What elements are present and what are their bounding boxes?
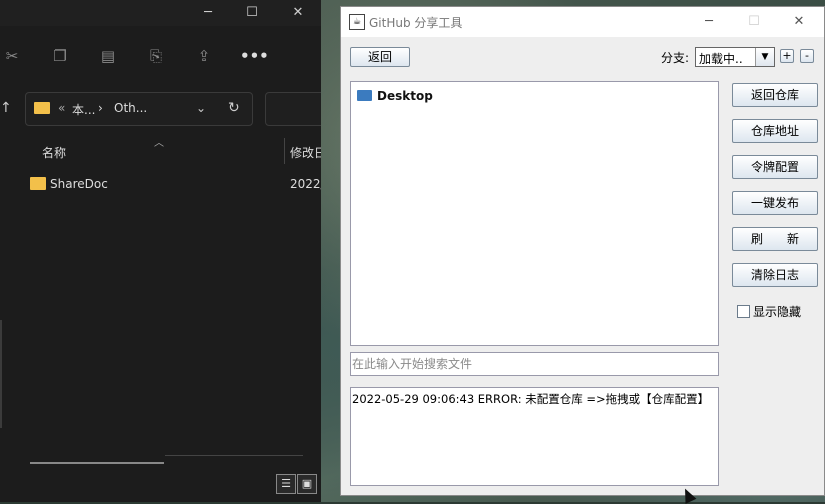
tree-node-desktop[interactable]: Desktop (377, 89, 433, 103)
address-chevron-icon[interactable]: › (98, 101, 103, 115)
window-title: GitHub 分享工具 (369, 16, 463, 30)
rename-icon[interactable]: ⎘ (146, 46, 166, 66)
maximize-icon[interactable]: ☐ (744, 12, 764, 32)
folder-icon (357, 90, 372, 101)
show-hidden-checkbox[interactable] (737, 305, 750, 318)
refresh-button[interactable]: 刷 新 (732, 227, 818, 251)
branch-value: 加载中.. (699, 52, 743, 66)
minimize-icon[interactable]: ─ (198, 3, 218, 23)
chevron-down-icon[interactable]: ⌄ (196, 101, 206, 115)
address-bar[interactable]: « 本... › Oth... ⌄ (25, 92, 253, 126)
address-segment-1[interactable]: 本... (72, 101, 95, 118)
cut-icon[interactable]: ✂ (2, 46, 22, 66)
address-overflow[interactable]: « (58, 101, 65, 115)
scroll-track (165, 455, 303, 456)
publish-button[interactable]: 一键发布 (732, 191, 818, 215)
dropdown-arrow-icon[interactable]: ▼ (755, 48, 774, 66)
close-icon[interactable]: ✕ (288, 3, 308, 23)
explorer-titlebar: ─ ☐ ✕ (0, 0, 321, 26)
more-icon[interactable]: ••• (240, 46, 269, 66)
copy-icon[interactable]: ❐ (50, 46, 70, 66)
back-button[interactable]: 返回 (350, 47, 410, 67)
paste-icon[interactable]: ▤ (98, 46, 118, 66)
folder-icon (30, 177, 46, 190)
file-row-date: 2022/ (290, 177, 321, 191)
branch-label: 分支: (661, 51, 690, 65)
remove-branch-button[interactable]: - (800, 49, 814, 63)
java-app-icon: ☕ (349, 14, 365, 30)
clear-log-button[interactable]: 清除日志 (732, 263, 818, 287)
details-view-icon[interactable]: ☰ (276, 474, 296, 494)
add-branch-button[interactable]: + (780, 49, 794, 63)
file-explorer-window: ─ ☐ ✕ ✂ ❐ ▤ ⎘ ⇪ ••• ↑ « 本... › Oth... ⌄ … (0, 0, 321, 502)
log-area[interactable]: 2022-05-29 09:06:43 ERROR: 未配置仓库 =>拖拽或【仓… (350, 387, 719, 486)
file-search-input[interactable] (350, 352, 719, 376)
branch-select[interactable]: 加载中.. ▼ (695, 47, 775, 67)
log-line: 2022-05-29 09:06:43 ERROR: 未配置仓库 =>拖拽或【仓… (352, 392, 710, 406)
file-tree[interactable]: Desktop (350, 81, 719, 346)
address-segment-2[interactable]: Oth... (114, 101, 147, 115)
explorer-search-input[interactable] (265, 92, 321, 126)
nav-pane-edge (0, 320, 2, 428)
explorer-toolbar: ✂ ❐ ▤ ⎘ ⇪ ••• (0, 38, 321, 74)
close-icon[interactable]: ✕ (789, 12, 809, 32)
column-divider[interactable] (284, 138, 285, 164)
return-repo-button[interactable]: 返回仓库 (732, 83, 818, 107)
folder-icon (34, 102, 50, 114)
repo-address-button[interactable]: 仓库地址 (732, 119, 818, 143)
up-arrow-icon[interactable]: ↑ (0, 100, 12, 116)
refresh-icon[interactable]: ↻ (228, 100, 240, 116)
github-share-tool-window: ☕ GitHub 分享工具 ─ ☐ ✕ 返回 分支: 加载中.. ▼ + - D… (340, 6, 825, 496)
maximize-icon[interactable]: ☐ (242, 3, 262, 23)
share-icon[interactable]: ⇪ (194, 46, 214, 66)
horizontal-scrollbar[interactable] (30, 462, 164, 464)
sort-ascending-icon: ︿ (154, 138, 164, 149)
show-hidden-label[interactable]: 显示隐藏 (753, 303, 801, 320)
minimize-icon[interactable]: ─ (699, 12, 719, 32)
column-header-modified[interactable]: 修改日 (290, 144, 321, 161)
app-titlebar: ☕ GitHub 分享工具 ─ ☐ ✕ (341, 7, 824, 37)
token-config-button[interactable]: 令牌配置 (732, 155, 818, 179)
file-row-name[interactable]: ShareDoc (50, 177, 108, 191)
tiles-view-icon[interactable]: ▣ (297, 474, 317, 494)
column-header-name[interactable]: 名称 (42, 144, 66, 161)
